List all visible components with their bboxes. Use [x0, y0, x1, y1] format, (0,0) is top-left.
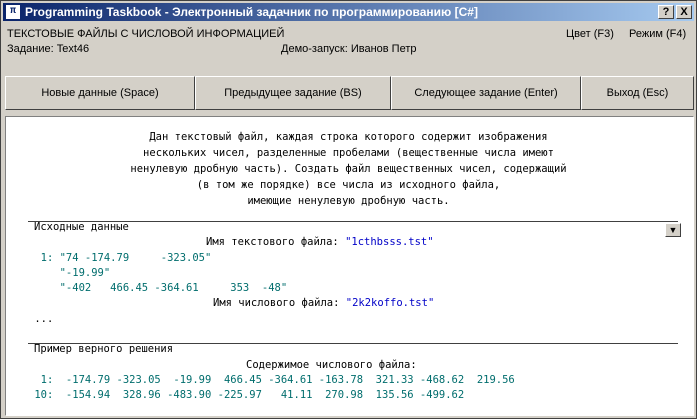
mode-option[interactable]: Режим (F4): [629, 28, 686, 40]
description-line: Дан текстовый файл, каждая строка которо…: [149, 131, 548, 143]
close-button[interactable]: X: [676, 5, 692, 19]
description-line: нескольких чисел, разделенные пробелами …: [143, 147, 554, 159]
description-line: имеющие ненулевую дробную часть.: [247, 195, 450, 207]
color-option[interactable]: Цвет (F3): [566, 28, 614, 40]
new-data-button[interactable]: Новые данные (Space): [5, 76, 195, 110]
exit-button[interactable]: Выход (Esc): [581, 76, 694, 110]
help-button[interactable]: ?: [658, 5, 674, 19]
num-file-name: "2k2koffo.tst": [345, 297, 435, 309]
next-task-button[interactable]: Следующее задание (Enter): [391, 76, 581, 110]
task-panel: Дан текстовый файл, каждая строка которо…: [5, 116, 694, 416]
task-name: Задание: Text46: [7, 43, 90, 55]
ellipsis: ...: [28, 313, 54, 325]
description-line: ненулевую дробную часть). Создать файл в…: [130, 163, 567, 175]
dropdown-arrow-icon[interactable]: ▼: [665, 223, 681, 237]
result-row: 1: -174.79 -323.05 -19.99 466.45 -364.61…: [28, 374, 515, 386]
num-file-row: Имя числового файла: "2k2koffo.tst": [213, 297, 434, 309]
window-title: Programming Taskbook - Электронный задач…: [25, 5, 478, 19]
app-window: π Programming Taskbook - Электронный зад…: [0, 0, 697, 419]
num-file-label: Имя числового файла:: [213, 297, 346, 309]
app-icon: π: [6, 5, 20, 19]
source-line: "-402 466.45 -364.61 353 -48": [28, 282, 288, 294]
description-line: (в том же порядке) все числа из исходног…: [196, 179, 501, 191]
text-file-row: Имя текстового файла: "1cthbsss.tst": [206, 236, 434, 248]
demo-run-label: Демо-запуск: Иванов Петр: [281, 43, 417, 55]
text-file-name: "1cthbsss.tst": [345, 236, 434, 248]
toolbar: Новые данные (Space) Предыдущее задание …: [5, 76, 694, 110]
title-bar[interactable]: π Programming Taskbook - Электронный зад…: [3, 3, 694, 21]
source-line: 1: "74 -174.79 -323.05": [28, 252, 212, 264]
contents-label: Содержимое числового файла:: [246, 359, 417, 371]
result-row: 10: -154.94 328.96 -483.90 -225.97 41.11…: [28, 389, 465, 401]
example-header: Пример верного решения: [34, 343, 174, 355]
source-data-header: Исходные данные: [34, 221, 129, 233]
source-line: "-19.99": [28, 267, 111, 279]
task-group: ТЕКСТОВЫЕ ФАЙЛЫ С ЧИСЛОВОЙ ИНФОРМАЦИЕЙ: [7, 28, 285, 40]
prev-task-button[interactable]: Предыдущее задание (BS): [195, 76, 391, 110]
text-file-label: Имя текстового файла:: [206, 236, 346, 248]
